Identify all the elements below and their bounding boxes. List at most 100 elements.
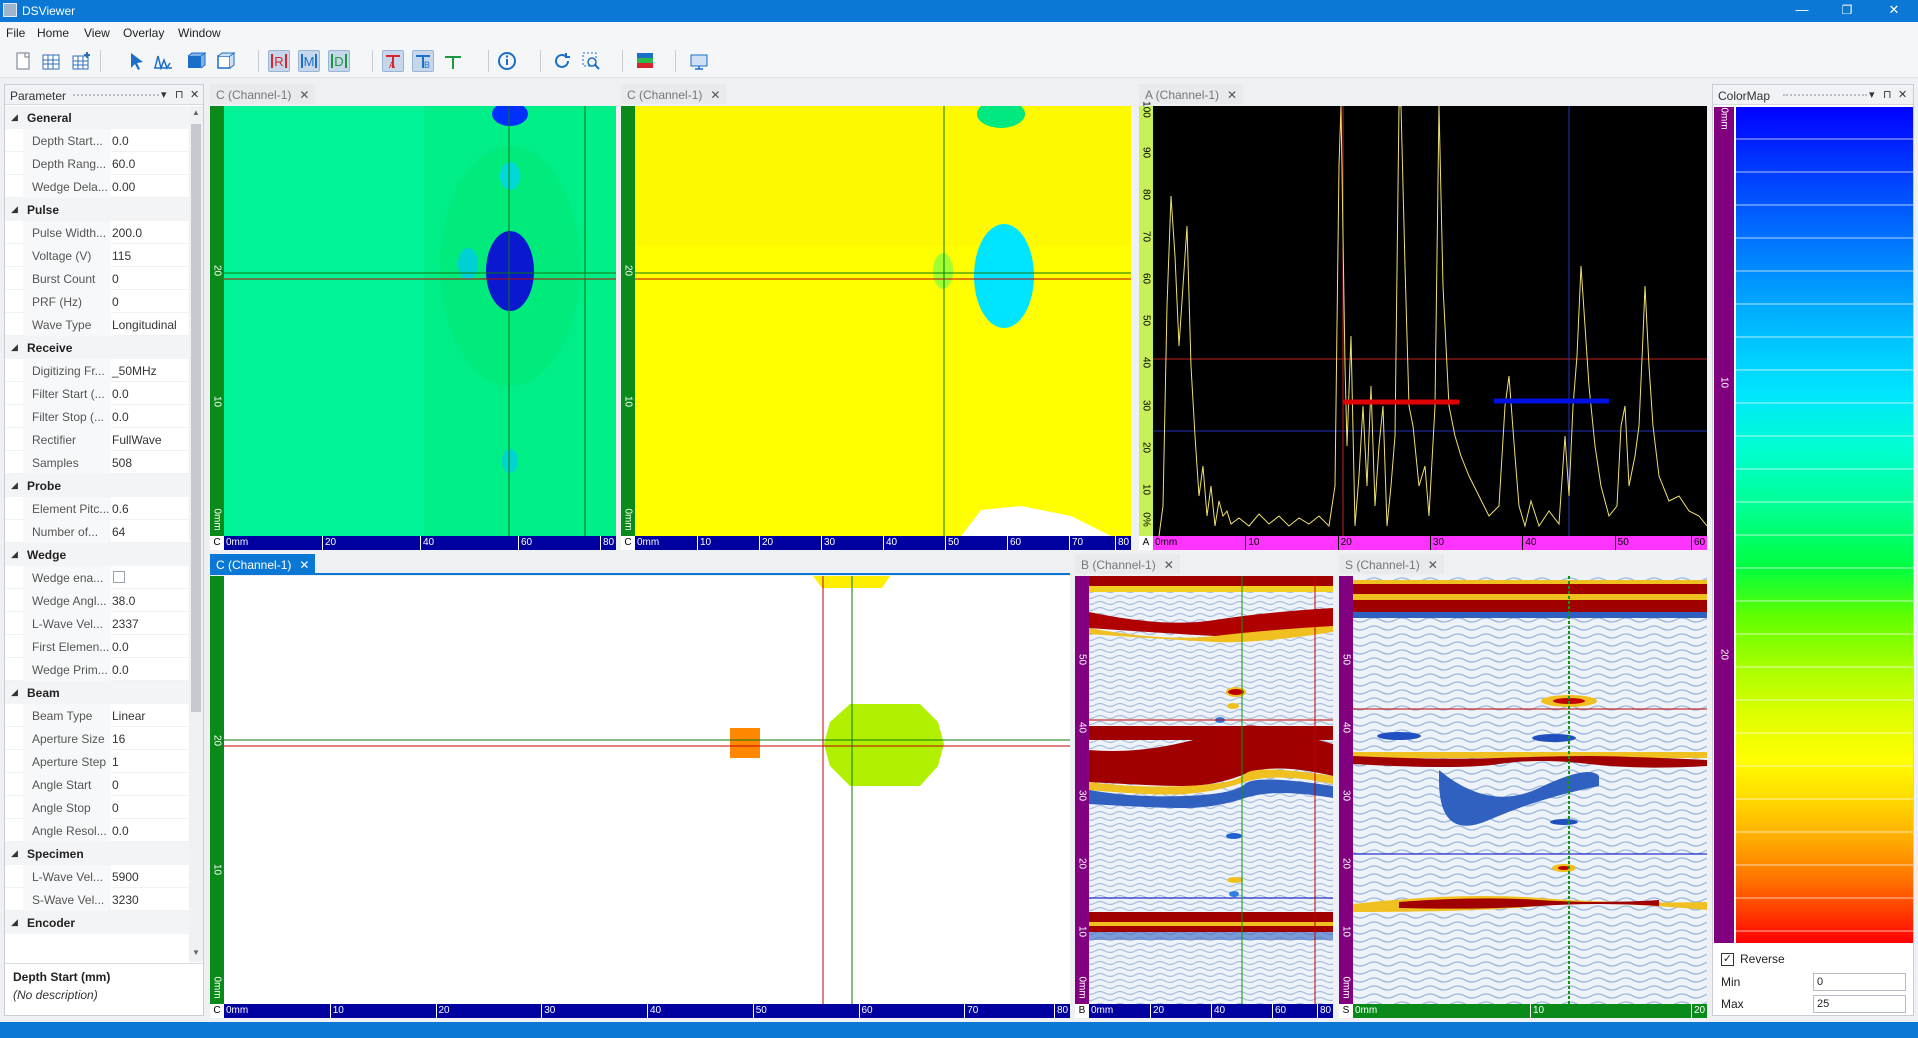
collapse-icon[interactable]: ◢ (11, 342, 18, 353)
add-grid-icon[interactable] (70, 50, 92, 72)
property-value[interactable]: 0.0 (112, 640, 129, 654)
property-row[interactable]: Angle Start 0 (5, 773, 189, 796)
property-value[interactable]: 2337 (112, 617, 139, 631)
tab-b-channel-1[interactable]: B (Channel-1) ✕ (1075, 554, 1180, 574)
export-icon[interactable] (688, 50, 710, 72)
property-group-beam[interactable]: ◢ Beam (5, 681, 189, 704)
property-row[interactable]: Voltage (V) 115 (5, 244, 189, 267)
property-row[interactable]: Beam Type Linear (5, 704, 189, 727)
menu-home[interactable]: Home (37, 26, 69, 40)
property-group-general[interactable]: ◢ General (5, 106, 189, 129)
property-row[interactable]: Burst Count 0 (5, 267, 189, 290)
tab-a-channel-1[interactable]: A (Channel-1) ✕ (1139, 84, 1244, 104)
property-row[interactable]: Depth Rang... 60.0 (5, 152, 189, 175)
close-icon[interactable]: ✕ (1898, 88, 1907, 101)
collapse-icon[interactable]: ◢ (11, 917, 18, 928)
pointer-icon[interactable] (126, 50, 148, 72)
property-row[interactable]: Wave Type Longitudinal (5, 313, 189, 336)
property-row[interactable]: Element Pitc... 0.6 (5, 497, 189, 520)
property-value[interactable]: 115 (112, 249, 131, 263)
property-value[interactable]: 64 (112, 525, 125, 539)
close-icon[interactable]: ✕ (299, 558, 309, 572)
property-row[interactable]: Number of... 64 (5, 520, 189, 543)
close-icon[interactable]: ✕ (190, 88, 199, 101)
property-row[interactable]: Samples 508 (5, 451, 189, 474)
menu-overlay[interactable]: Overlay (123, 26, 164, 40)
gate-icon[interactable] (442, 50, 464, 72)
close-button[interactable]: ✕ (1872, 0, 1916, 22)
property-value[interactable]: 0.0 (112, 134, 129, 148)
property-row[interactable]: Wedge ena... (5, 566, 189, 589)
dropdown-icon[interactable]: ▾ (161, 88, 167, 101)
info-icon[interactable] (496, 50, 518, 72)
min-input[interactable]: 0 (1813, 973, 1906, 991)
property-group-specimen[interactable]: ◢ Specimen (5, 842, 189, 865)
property-row[interactable]: Angle Resol... 0.0 (5, 819, 189, 842)
property-row[interactable]: Aperture Size 16 (5, 727, 189, 750)
property-group-encoder[interactable]: ◢ Encoder (5, 911, 189, 934)
close-icon[interactable]: ✕ (1164, 558, 1174, 572)
menu-file[interactable]: File (6, 26, 25, 40)
property-row[interactable]: Depth Start... 0.0 (5, 129, 189, 152)
property-row[interactable]: Rectifier FullWave (5, 428, 189, 451)
maximize-button[interactable]: ❐ (1825, 0, 1869, 22)
pin-icon[interactable]: ⊓ (175, 88, 184, 101)
tab-s-channel-1[interactable]: S (Channel-1) ✕ (1339, 554, 1444, 574)
property-value[interactable]: 38.0 (112, 594, 135, 608)
property-row[interactable]: Wedge Prim... 0.0 (5, 658, 189, 681)
property-row[interactable]: S-Wave Vel... 3230 (5, 888, 189, 911)
property-value[interactable]: 1 (112, 755, 119, 769)
property-value[interactable]: 0.00 (112, 180, 135, 194)
waveform-icon[interactable] (152, 50, 174, 72)
property-row[interactable]: Wedge Angl... 38.0 (5, 589, 189, 612)
property-value[interactable]: 0 (112, 272, 119, 286)
zoom-region-icon[interactable] (580, 50, 602, 72)
3d-box-icon[interactable] (215, 50, 237, 72)
property-row[interactable]: Filter Stop (... 0.0 (5, 405, 189, 428)
menu-window[interactable]: Window (178, 26, 221, 40)
property-row[interactable]: First Elemen... 0.0 (5, 635, 189, 658)
wedge-enable-checkbox[interactable] (113, 571, 125, 583)
property-value[interactable]: 0.0 (112, 824, 129, 838)
max-input[interactable]: 25 (1813, 995, 1906, 1013)
property-row[interactable]: PRF (Hz) 0 (5, 290, 189, 313)
property-value[interactable]: 200.0 (112, 226, 142, 240)
close-icon[interactable]: ✕ (710, 88, 720, 102)
measure-cursor-icon[interactable]: M (298, 50, 320, 72)
property-value[interactable]: 0 (112, 295, 119, 309)
property-group-receive[interactable]: ◢ Receive (5, 336, 189, 359)
property-value[interactable]: 3230 (112, 893, 139, 907)
property-group-probe[interactable]: ◢ Probe (5, 474, 189, 497)
property-row[interactable]: Angle Stop 0 (5, 796, 189, 819)
ref-cursor-icon[interactable]: R (268, 50, 290, 72)
new-file-icon[interactable] (12, 50, 34, 72)
menu-view[interactable]: View (84, 26, 110, 40)
property-value[interactable]: 0 (112, 778, 119, 792)
property-value[interactable]: 0.0 (112, 663, 129, 677)
a-gate-icon[interactable]: A (382, 50, 404, 72)
refresh-icon[interactable] (551, 50, 573, 72)
property-value[interactable]: 5900 (112, 870, 139, 884)
property-value[interactable]: 0 (112, 801, 119, 815)
property-scrollbar[interactable]: ▲ ▼ (189, 106, 203, 962)
property-row[interactable]: Digitizing Fr... _50MHz (5, 359, 189, 382)
property-value[interactable]: FullWave (112, 433, 162, 447)
property-row[interactable]: Wedge Dela... 0.00 (5, 175, 189, 198)
tab-c-channel-1-active[interactable]: C (Channel-1) ✕ (210, 554, 316, 574)
palette-icon[interactable] (634, 50, 656, 72)
box-icon[interactable] (184, 50, 207, 72)
reverse-checkbox[interactable]: ✓ (1721, 953, 1734, 966)
close-icon[interactable]: ✕ (299, 88, 309, 102)
property-row[interactable]: L-Wave Vel... 2337 (5, 612, 189, 635)
property-value[interactable]: 0.0 (112, 387, 129, 401)
collapse-icon[interactable]: ◢ (11, 112, 18, 123)
property-group-pulse[interactable]: ◢ Pulse (5, 198, 189, 221)
collapse-icon[interactable]: ◢ (11, 204, 18, 215)
property-row[interactable]: Filter Start (... 0.0 (5, 382, 189, 405)
property-value[interactable]: 0.6 (112, 502, 129, 516)
minimize-button[interactable]: — (1780, 0, 1824, 22)
property-value[interactable]: 0.0 (112, 410, 129, 424)
collapse-icon[interactable]: ◢ (11, 848, 18, 859)
property-value[interactable]: 508 (112, 456, 132, 470)
tab-c-channel-1-second[interactable]: C (Channel-1) ✕ (621, 84, 727, 104)
